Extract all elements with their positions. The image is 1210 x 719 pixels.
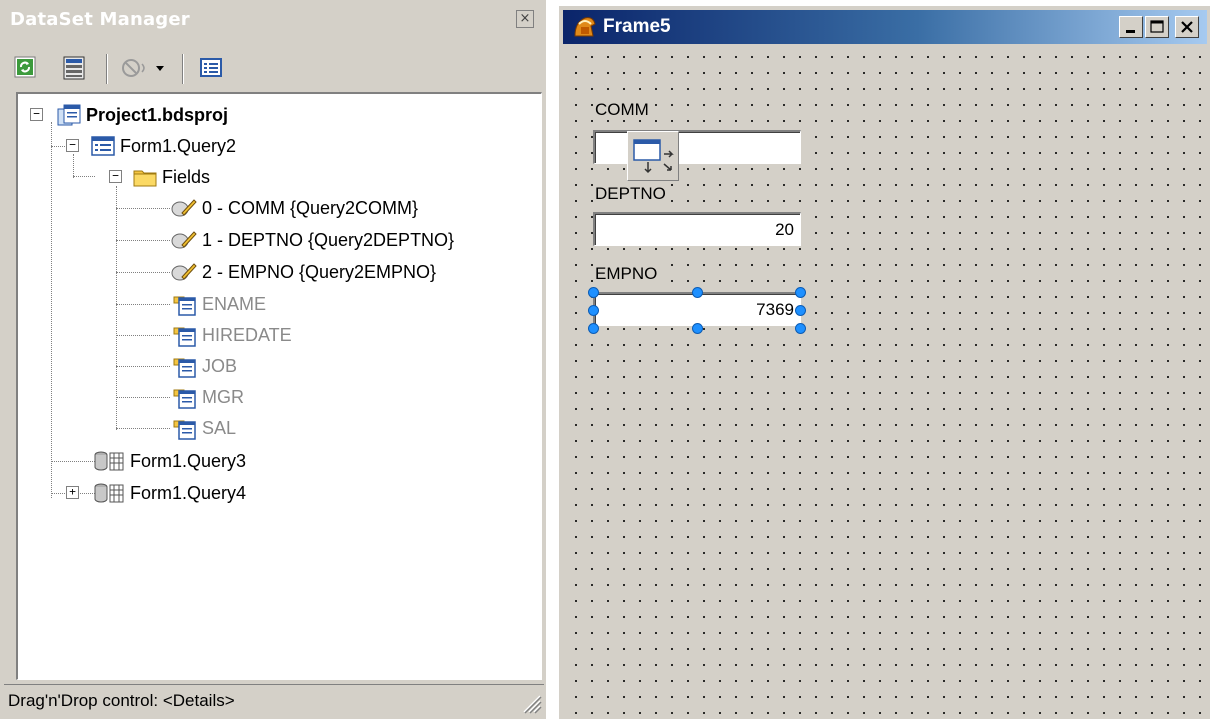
dataset-button[interactable] bbox=[60, 54, 90, 82]
tree-node-query4[interactable]: Form1.Query4 bbox=[92, 478, 246, 508]
tree-node-available-field[interactable]: SAL bbox=[170, 413, 236, 443]
tree-node-fields[interactable]: Fields bbox=[132, 162, 210, 192]
tree-node-label: Project1.bdsproj bbox=[86, 104, 229, 125]
tree-node-available-field[interactable]: ENAME bbox=[170, 289, 266, 319]
tree-node-label: 0 - COMM {Query2COMM} bbox=[202, 197, 419, 218]
deptno-label[interactable]: DEPTNO bbox=[593, 184, 668, 204]
expand-icon[interactable]: + bbox=[66, 486, 79, 499]
selection-handle[interactable] bbox=[588, 287, 599, 298]
tree-node-label: Fields bbox=[162, 166, 211, 187]
field-list-button[interactable] bbox=[198, 54, 228, 82]
tree-node-label: ENAME bbox=[202, 293, 267, 314]
tree-node-label: 1 - DEPTNO {Query2DEPTNO} bbox=[202, 229, 455, 250]
tree-node-label: MGR bbox=[202, 386, 244, 407]
selection-handle[interactable] bbox=[692, 323, 703, 334]
tree-node-field[interactable]: 2 - EMPNO {Query2EMPNO} bbox=[170, 257, 436, 287]
tree-node-label: Form1.Query2 bbox=[120, 135, 237, 156]
empno-label[interactable]: EMPNO bbox=[593, 264, 660, 284]
project-icon bbox=[57, 104, 81, 126]
available-field-icon bbox=[173, 420, 196, 440]
available-field-icon bbox=[173, 296, 196, 316]
design-surface[interactable]: COMM DEPTNO 20 EMPNO 7369 bbox=[563, 44, 1209, 715]
tree-node-query3[interactable]: Form1.Query3 bbox=[92, 446, 246, 476]
tree-node-field[interactable]: 1 - DEPTNO {Query2DEPTNO} bbox=[170, 225, 454, 255]
refresh-icon bbox=[14, 56, 36, 78]
collapse-icon[interactable]: − bbox=[66, 139, 79, 152]
tree-node-field[interactable]: 0 - COMM {Query2COMM} bbox=[170, 193, 418, 223]
dataset-manager-title: DataSet Manager bbox=[10, 9, 190, 30]
selection-handle[interactable] bbox=[588, 323, 599, 334]
selection-handle[interactable] bbox=[795, 305, 806, 316]
status-text: Drag'n'Drop control: <Details> bbox=[8, 691, 235, 710]
tree-node-query2[interactable]: Form1.Query2 bbox=[90, 131, 236, 161]
selection-handle[interactable] bbox=[588, 305, 599, 316]
available-field-icon bbox=[173, 327, 196, 347]
available-field-icon bbox=[173, 358, 196, 378]
tree-node-label: Form1.Query3 bbox=[130, 450, 247, 471]
query-icon bbox=[91, 136, 115, 156]
close-icon bbox=[1181, 21, 1193, 33]
tree-node-available-field[interactable]: MGR bbox=[170, 382, 244, 412]
maximize-icon bbox=[1150, 20, 1164, 33]
status-bar: Drag'n'Drop control: <Details> bbox=[4, 684, 544, 716]
persistent-field-icon bbox=[171, 199, 197, 217]
deptno-edit[interactable]: 20 bbox=[593, 212, 801, 246]
tree-node-label: SAL bbox=[202, 417, 237, 438]
persistent-field-icon bbox=[171, 231, 197, 249]
comm-label[interactable]: COMM bbox=[593, 100, 651, 120]
refresh-button[interactable] bbox=[12, 54, 40, 82]
collapse-icon[interactable]: − bbox=[109, 170, 122, 183]
drag-mode-icon bbox=[122, 59, 164, 77]
close-button[interactable] bbox=[1175, 16, 1199, 38]
selection-handle[interactable] bbox=[795, 287, 806, 298]
resize-grip-icon[interactable] bbox=[520, 692, 542, 714]
persistent-field-icon bbox=[171, 263, 197, 281]
frame-designer-window: Frame5 COMM DEPTNO 20 EMPNO 7369 bbox=[558, 6, 1210, 719]
dataset-icon bbox=[63, 56, 85, 80]
tree-node-label: 2 - EMPNO {Query2EMPNO} bbox=[202, 261, 437, 282]
delphi-helmet-icon bbox=[574, 17, 596, 37]
minimize-button[interactable] bbox=[1119, 16, 1143, 38]
frame-titlebar[interactable]: Frame5 bbox=[563, 10, 1207, 44]
tree-node-project[interactable]: Project1.bdsproj bbox=[56, 100, 228, 130]
close-icon[interactable]: × bbox=[516, 10, 534, 28]
comm-edit[interactable] bbox=[593, 130, 801, 164]
datasource-component[interactable] bbox=[627, 131, 679, 181]
tree-node-available-field[interactable]: JOB bbox=[170, 351, 237, 381]
maximize-button[interactable] bbox=[1145, 16, 1169, 38]
available-field-icon bbox=[173, 389, 196, 409]
dataset-manager-toolbar bbox=[8, 50, 540, 86]
tree-node-label: JOB bbox=[202, 355, 238, 376]
selection-handle[interactable] bbox=[692, 287, 703, 298]
datasource-icon bbox=[633, 139, 674, 174]
dataset-manager-titlebar: DataSet Manager × bbox=[4, 4, 542, 34]
drag-mode-dropdown[interactable] bbox=[118, 54, 168, 82]
selection-handle[interactable] bbox=[795, 323, 806, 334]
folder-icon bbox=[133, 170, 157, 187]
tree-node-label: Form1.Query4 bbox=[130, 482, 247, 503]
minimize-icon bbox=[1126, 30, 1135, 33]
table-icon bbox=[94, 483, 124, 503]
frame-title: Frame5 bbox=[603, 16, 671, 37]
dataset-manager-panel: DataSet Manager × − Project1.bdsproj − F… bbox=[0, 0, 546, 719]
collapse-icon[interactable]: − bbox=[30, 108, 43, 121]
dataset-tree[interactable]: − Project1.bdsproj − Form1.Query2 − Fiel… bbox=[16, 92, 542, 680]
field-list-icon bbox=[200, 58, 222, 77]
tree-node-label: HIREDATE bbox=[202, 324, 292, 345]
tree-node-available-field[interactable]: HIREDATE bbox=[170, 320, 292, 350]
table-icon bbox=[94, 451, 124, 471]
